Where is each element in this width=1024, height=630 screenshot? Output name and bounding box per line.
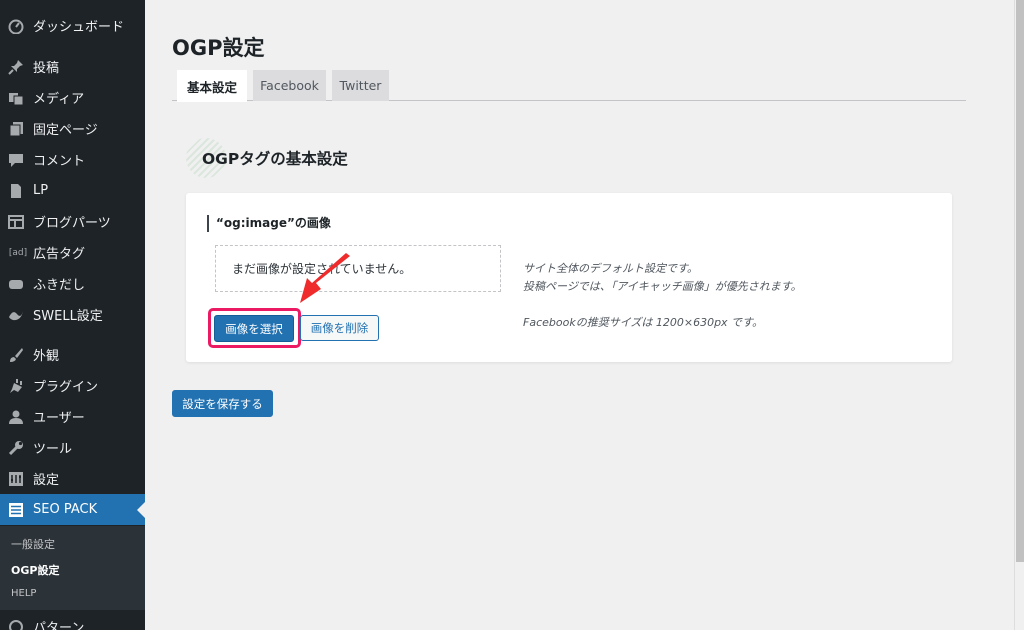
sidebar-item-pages[interactable]: 固定ページ	[0, 113, 145, 144]
tab-bar: 基本設定 Facebook Twitter	[172, 70, 966, 102]
sidebar-item-settings[interactable]: 設定	[0, 463, 145, 494]
sidebar-item-label: ツール	[33, 442, 73, 457]
sidebar-item-label: コメント	[33, 154, 86, 169]
sidebar-item-tools[interactable]: ツール	[0, 432, 145, 463]
sidebar-item-label: ダッシュボード	[33, 20, 125, 35]
sidebar-item-label: SEO PACK	[33, 502, 98, 517]
description-line: サイト全体のデフォルト設定です。	[523, 262, 698, 275]
sidebar-item-seo-pack[interactable]: SEO PACK	[0, 494, 145, 525]
sidebar-item-label: 広告タグ	[33, 247, 86, 262]
scrollbar-thumb[interactable]	[1016, 0, 1024, 562]
page-icon	[8, 121, 24, 137]
page-title: OGP設定	[172, 36, 265, 60]
sidebar-item-label: 外観	[33, 349, 60, 364]
delete-image-button[interactable]: 画像を削除	[300, 315, 379, 341]
sidebar-item-speech-bubbles[interactable]: ふきだし	[0, 268, 145, 299]
sidebar-item-blog-parts[interactable]: ブログパーツ	[0, 206, 145, 237]
dashboard-icon	[8, 18, 24, 34]
media-icon	[8, 90, 24, 106]
sidebar-item-label: SWELL設定	[33, 309, 103, 324]
sidebar-item-label: 投稿	[33, 61, 60, 76]
pin-icon	[8, 59, 24, 75]
tab-basic-settings[interactable]: 基本設定	[177, 70, 247, 102]
sidebar-item-posts[interactable]: 投稿	[0, 51, 145, 82]
sidebar-item-dashboard[interactable]: ダッシュボード	[0, 10, 145, 41]
description-line: Facebookの推奨サイズは 1200×630px です。	[523, 316, 763, 329]
swell-icon	[8, 307, 24, 323]
ad-icon: [ad]	[8, 247, 28, 258]
sidebar-item-ad-tags[interactable]: [ad] 広告タグ	[0, 237, 145, 268]
seo-pack-submenu: 一般設定 OGP設定 HELP	[0, 526, 145, 610]
sidebar-item-label: LP	[33, 183, 49, 198]
tab-twitter[interactable]: Twitter	[332, 70, 389, 101]
sidebar-item-patterns[interactable]: パターン	[0, 611, 145, 630]
pattern-icon	[8, 619, 24, 630]
settings-icon	[8, 471, 24, 487]
submenu-item-help[interactable]: HELP	[11, 588, 36, 599]
save-settings-button[interactable]: 設定を保存する	[172, 390, 273, 417]
section-heading-text: OGPタグの基本設定	[202, 150, 348, 168]
select-image-button[interactable]: 画像を選択	[214, 315, 294, 342]
sidebar-item-label: パターン	[33, 621, 85, 630]
user-icon	[8, 409, 24, 425]
sidebar-item-plugins[interactable]: プラグイン	[0, 370, 145, 401]
speech-bubble-icon	[8, 276, 24, 292]
sidebar-item-label: メディア	[33, 92, 85, 107]
sidebar-item-comments[interactable]: コメント	[0, 144, 145, 175]
wrench-icon	[8, 440, 24, 456]
description-line: 投稿ページでは、「アイキャッチ画像」が優先されます。	[523, 280, 802, 293]
submenu-item-general[interactable]: 一般設定	[11, 536, 55, 552]
plugin-icon	[8, 378, 24, 394]
document-icon	[8, 183, 24, 199]
submenu-item-ogp[interactable]: OGP設定	[11, 562, 59, 578]
brush-icon	[8, 347, 24, 363]
tab-facebook[interactable]: Facebook	[253, 70, 326, 101]
sidebar-item-appearance[interactable]: 外観	[0, 339, 145, 370]
sidebar-item-label: 設定	[33, 473, 60, 488]
layout-icon	[8, 214, 24, 230]
section-heading: OGPタグの基本設定	[186, 138, 348, 178]
sidebar-item-label: ブログパーツ	[33, 216, 111, 231]
sidebar-item-label: ユーザー	[33, 411, 85, 426]
sidebar-item-lp[interactable]: LP	[0, 175, 145, 206]
pointer-arrow-icon	[300, 253, 350, 303]
sidebar-item-swell-settings[interactable]: SWELL設定	[0, 299, 145, 330]
admin-sidebar: ダッシュボード 投稿 メディア 固定ページ コメント LP ブログパーツ [ad…	[0, 0, 145, 630]
sidebar-item-label: プラグイン	[33, 380, 99, 395]
comment-icon	[8, 152, 24, 168]
scrollbar[interactable]	[1014, 0, 1024, 630]
sidebar-item-label: 固定ページ	[33, 123, 98, 138]
active-indicator	[137, 502, 145, 518]
sidebar-item-users[interactable]: ユーザー	[0, 401, 145, 432]
list-icon	[8, 502, 24, 518]
sidebar-item-media[interactable]: メディア	[0, 82, 145, 113]
field-label: “og:image”の画像	[207, 215, 331, 232]
sidebar-item-label: ふきだし	[33, 278, 86, 293]
